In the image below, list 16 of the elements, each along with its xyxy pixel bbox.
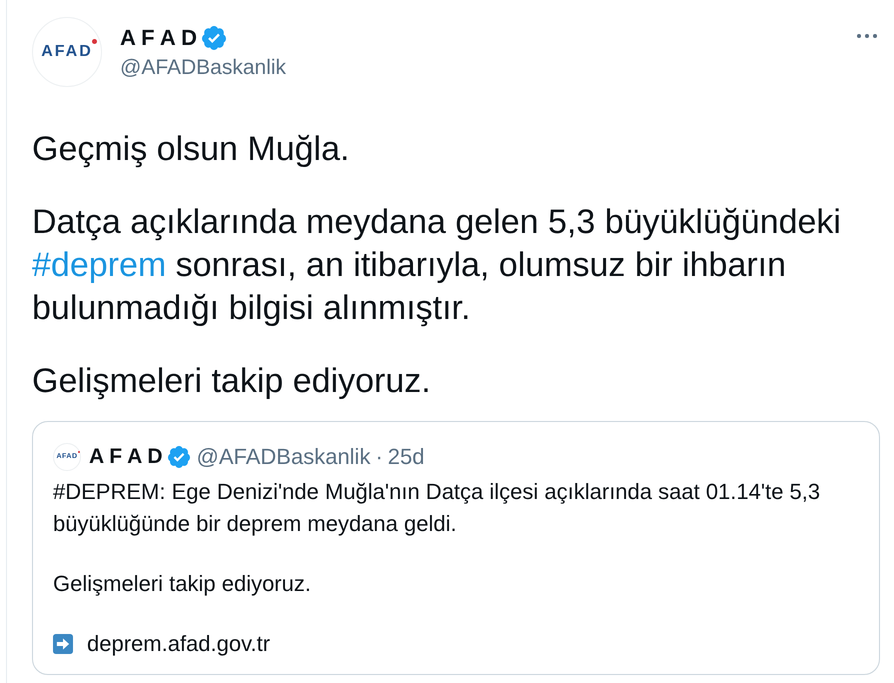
quoted-tweet-text: Gelişmeleri takip ediyoruz. bbox=[53, 570, 312, 598]
username[interactable]: @AFADBaskanlik bbox=[120, 55, 286, 81]
logo-dot-icon bbox=[92, 39, 97, 44]
separator-text: · bbox=[375, 444, 383, 470]
quoted-tweet-text: #DEPREM: Ege Denizi'nde Muğla'nın Datça ilçesi açıklarında saat 01.14'te 5,3 büyüklüğünde bir deprem meydana geldi. bbox=[53, 478, 822, 538]
website-link[interactable]: deprem.afad.gov.tr bbox=[87, 628, 270, 660]
tweet-text: Datça açıklarında meydana gelen 5,3 büyüklüğündeki #deprem sonrası, an itibarıyla, olumsuz bir ihbarın bulunmadığı bilgisi alınmıştır. bbox=[32, 202, 842, 329]
tweet-text: Geçmiş olsun Muğla. bbox=[32, 129, 350, 170]
display-name[interactable]: A F A D bbox=[89, 444, 162, 470]
more-icon[interactable] bbox=[857, 34, 877, 38]
username[interactable]: @AFADBaskanlik bbox=[196, 444, 370, 470]
tweet-text: Gelişmeleri takip ediyoruz. bbox=[32, 361, 432, 402]
avatar[interactable]: AFAD bbox=[32, 17, 102, 87]
display-name[interactable]: A F A D bbox=[120, 24, 197, 52]
timestamp-link[interactable]: 25d bbox=[388, 444, 424, 470]
logo-text: AFAD bbox=[41, 43, 93, 61]
